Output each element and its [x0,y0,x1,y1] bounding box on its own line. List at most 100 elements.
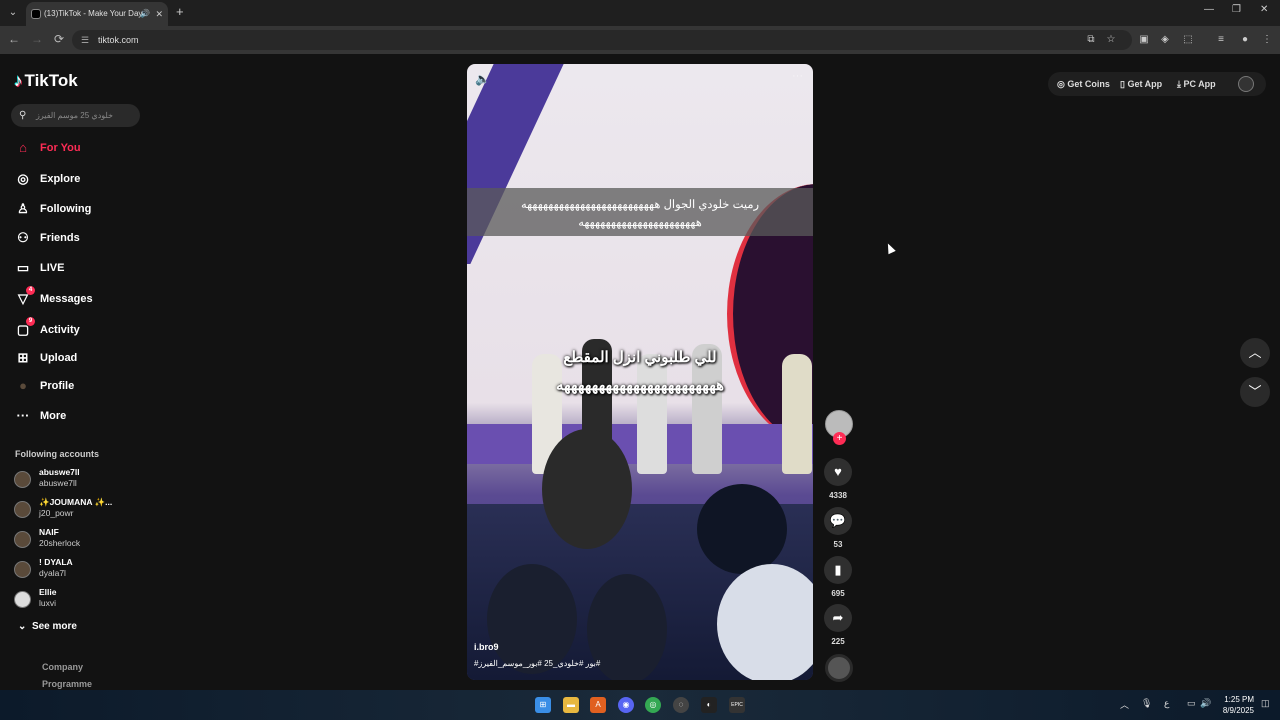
nav-friends[interactable]: ⚇ Friends [14,228,80,248]
get-app-button[interactable]: ▯ Get App [1120,72,1162,96]
friends-icon: ⚇ [17,230,29,245]
speaker-icon[interactable]: 🔊 [1200,698,1211,709]
video-player[interactable]: رميت خلودي الجوال هههههههههههههههههههههه… [467,64,813,680]
get-coins-button[interactable]: ◎ Get Coins [1057,72,1110,96]
epic-games-icon[interactable]: EPIC [729,697,745,713]
chevron-down-icon: ⌄ [18,621,27,632]
app-icon[interactable]: A [590,697,606,713]
tab-search-icon[interactable]: ⌄ [5,5,21,21]
language-indicator[interactable]: ع [1164,698,1169,709]
next-video-button[interactable]: ﹀ [1240,377,1270,407]
account-name: ✨JOUMANA ✨... [39,497,113,507]
upload-icon: ⊞ [17,350,29,365]
nav-explore[interactable]: ◎ Explore [14,169,80,189]
tab-audio-icon[interactable]: 🔊 [140,2,150,26]
account-handle: dyala7l [39,568,66,578]
get-coins-label: Get Coins [1067,79,1110,89]
music-disc-icon[interactable] [825,654,853,682]
back-button[interactable]: ← [8,32,20,46]
account-name: NAIF [39,527,59,537]
share-icon: ➦ [824,604,852,632]
video-hashtags[interactable]: #بور #خلودي_25 #بور_موسم_الفيرز# [474,659,600,668]
avatar [14,501,31,518]
reload-button[interactable]: ⟳ [54,32,64,46]
new-tab-button[interactable]: + [176,4,184,19]
live-icon: ▭ [16,260,30,275]
url-text: tiktok.com [98,35,139,45]
share-count: 225 [831,637,845,646]
nav-live-label: LIVE [40,262,65,274]
microphone-icon[interactable]: 🎙 [1141,698,1152,709]
tiktok-logo[interactable]: ♪ TikTok [14,71,78,91]
window-close-button[interactable]: ✕ [1260,4,1268,15]
nav-following[interactable]: ♙ Following [14,199,91,219]
media-control-icon[interactable]: ≡ [1214,33,1228,47]
profile-avatar-icon[interactable]: ● [1238,33,1252,47]
tab-close-icon[interactable]: ✕ [155,2,163,26]
nav-messages[interactable]: ▽ 4 Messages [14,286,93,309]
account-handle: abuswe7ll [39,478,77,488]
nav-more-label: More [40,410,67,422]
profile-icon: ● [19,378,27,393]
home-icon: ⌂ [19,140,27,155]
notification-icon[interactable]: ◫ [1261,698,1270,709]
nav-activity[interactable]: ▢ 9 Activity [14,317,80,340]
tab-title: (13)TikTok - Make Your Day [44,9,143,18]
tray-chevron-icon[interactable]: ︿ [1120,698,1129,711]
taskbar-clock[interactable]: 1:25 PM 8/9/2025 [1218,694,1254,716]
pc-app-label: PC App [1183,79,1216,89]
avatar [14,471,31,488]
nav-profile[interactable]: ● Profile [14,376,74,396]
nav-more[interactable]: ··· More [14,406,67,426]
chevron-up-icon: ︿ [1248,345,1262,360]
nav-live[interactable]: ▭ LIVE [14,258,65,278]
search-placeholder: خلودي 25 موسم الفيرز [36,111,113,120]
app-2-icon[interactable]: ◌ [673,697,689,713]
footer-company-link[interactable]: Company [42,662,83,672]
share-button[interactable]: ➦ 225 [824,604,854,646]
search-input[interactable]: ⚲ خلودي 25 موسم الفيرز [11,104,140,127]
more-options-icon[interactable]: ··· [792,70,803,82]
activity-badge: 9 [26,317,35,326]
extensions-puzzle-icon[interactable]: ⬚ [1181,33,1195,47]
like-button[interactable]: ♥ 4338 [824,458,854,500]
nav-for-you[interactable]: ⌂ For You [14,138,80,158]
following-icon: ♙ [17,201,29,216]
extension-icon[interactable]: ▣ [1137,33,1151,47]
chrome-icon[interactable]: ◎ [645,697,661,713]
bookmark-star-icon[interactable]: ☆ [1104,33,1118,47]
save-button[interactable]: ▮ 695 [824,556,854,598]
follow-plus-icon[interactable]: + [833,432,846,445]
forward-button[interactable]: → [31,32,43,46]
user-avatar[interactable] [1238,76,1254,92]
file-explorer-icon[interactable]: ▬ [563,697,579,713]
extension-2-icon[interactable]: ◈ [1158,33,1172,47]
windows-start-icon[interactable]: ⊞ [535,697,551,713]
site-info-icon[interactable]: ☰ [81,30,89,50]
search-icon: ⚲ [19,110,27,121]
browser-menu-icon[interactable]: ⋮ [1260,33,1274,47]
discord-icon[interactable]: ◉ [618,697,634,713]
nav-upload-label: Upload [40,352,78,364]
nav-upload[interactable]: ⊞ Upload [14,348,78,368]
address-bar[interactable]: ☰ tiktok.com [72,30,1132,50]
footer-programme-link[interactable]: Programme [42,679,92,689]
account-name: Ellie [39,587,57,597]
logo-text: TikTok [24,71,78,90]
coin-icon: ◎ [1057,79,1065,89]
previous-video-button[interactable]: ︿ [1240,338,1270,368]
browser-tab-tiktok[interactable]: (13)TikTok - Make Your Day 🔊 ✕ [26,2,168,26]
network-icon[interactable]: ▭ [1187,698,1196,709]
comment-button[interactable]: 💬 53 [824,507,854,549]
restore-button[interactable]: ❐ [1232,4,1241,15]
top-actions-bar: ◎ Get Coins ▯ Get App ⤓ PC App [1048,72,1266,96]
volume-icon[interactable]: 🔈 [475,72,490,86]
minimize-button[interactable]: — [1204,4,1214,15]
pc-app-button[interactable]: ⤓ PC App [1177,72,1216,96]
see-more-button[interactable]: ⌄ See more [18,621,77,632]
install-app-icon[interactable]: ⧉ [1084,33,1098,47]
video-author[interactable]: i.bro9 [474,642,499,652]
phone-icon: ▯ [1120,79,1125,89]
steam-icon[interactable]: ◐ [701,697,717,713]
nav-following-label: Following [40,203,92,215]
